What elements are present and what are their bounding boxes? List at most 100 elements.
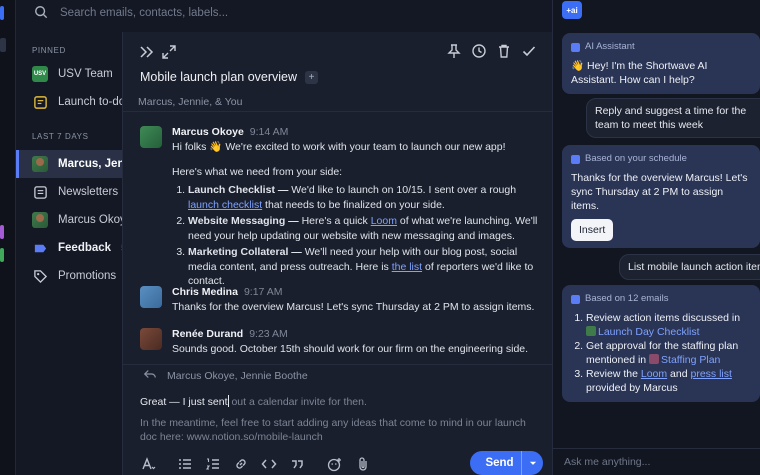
message-text: Here's what we need from your side: <box>172 165 343 178</box>
card-header: Based on 12 emails <box>585 293 669 304</box>
item-title: Website Messaging — <box>188 215 299 227</box>
item-text: Here's a quick <box>298 215 371 227</box>
add-label-button[interactable]: + <box>305 70 319 84</box>
snooze-clock-icon[interactable] <box>471 43 487 59</box>
timestamp: 9:17 AM <box>243 286 283 298</box>
code-icon[interactable] <box>261 456 277 472</box>
sidebar-item-usv-team[interactable]: USV USV Team <box>16 61 122 87</box>
sidebar-item-feedback[interactable]: Feedback 5 <box>16 235 122 261</box>
card-header: AI Assistant <box>585 41 635 52</box>
avatar <box>140 328 162 350</box>
thread-view: Mobile launch plan overview + Marcus, Je… <box>122 32 553 475</box>
list-item: Get approval for the staffing plan menti… <box>586 339 751 367</box>
ask-ai-input[interactable]: Ask me anything... <box>553 448 760 475</box>
launch-checklist-link[interactable]: launch checklist <box>188 199 262 211</box>
item-text: that needs to be finalized on your side. <box>262 198 445 211</box>
sparkle-icon <box>571 154 580 164</box>
sidebar-item-marcus-okoye[interactable]: Marcus Okoye <box>16 207 122 233</box>
sidebar-item-label: Feedback <box>58 242 112 254</box>
usv-badge-icon: USV <box>32 66 48 82</box>
launch-day-checklist-link[interactable]: Launch Day Checklist <box>598 326 700 338</box>
bullet-list-icon[interactable] <box>177 456 193 472</box>
item-title: Launch Checklist — <box>188 184 289 196</box>
sidebar-item-marcus-jennie[interactable]: Marcus, Jennie <box>16 150 122 178</box>
item-text: and <box>667 368 691 380</box>
search-bar[interactable]: Search emails, contacts, labels... <box>16 0 552 26</box>
rail-indicator <box>0 6 4 20</box>
page-title: Mobile launch plan overview <box>140 70 298 84</box>
autocomplete-suggestion[interactable]: out a calendar invite for then. <box>231 396 366 408</box>
avatar <box>140 126 162 148</box>
autocomplete-suggestion[interactable]: In the meantime, feel free to start addi… <box>140 416 540 445</box>
list-item: Review the Loom and press list provided … <box>586 367 751 395</box>
newsletter-icon <box>32 184 48 200</box>
search-input[interactable]: Search emails, contacts, labels... <box>60 7 228 19</box>
reply-recipients[interactable]: Marcus Okoye, Jennie Boothe <box>123 364 553 386</box>
press-list-link[interactable]: press list <box>690 368 731 380</box>
send-button[interactable]: Send <box>470 451 543 475</box>
item-text: Review action items discussed in <box>586 312 741 324</box>
ai-assistant-panel: +ai AI Assistant 👋 Hey! I'm the Shortwav… <box>552 0 760 475</box>
message-body: Hi folks 👋 We're excited to work with yo… <box>172 140 542 291</box>
message-text: Thanks for the overview Marcus! Let's sy… <box>172 301 535 313</box>
send-label: Send <box>485 457 514 469</box>
avatar <box>586 326 596 336</box>
the-list-link[interactable]: the list <box>392 261 422 273</box>
sidebar: PINNED USV USV Team Launch to-dos LAST 7… <box>16 32 122 475</box>
sidebar-item-label: Promotions <box>58 270 117 282</box>
thread-header: Mobile launch plan overview + Marcus, Je… <box>123 32 553 112</box>
thread-title: Mobile launch plan overview + <box>140 70 319 84</box>
avatar <box>140 286 162 308</box>
link-icon[interactable] <box>233 456 249 472</box>
pin-icon[interactable] <box>446 43 462 59</box>
trash-icon[interactable] <box>496 43 512 59</box>
card-header: Based on your schedule <box>585 153 687 164</box>
list-item: Website Messaging — Here's a quick Loom … <box>188 214 542 243</box>
list-item: Review action items discussed in Launch … <box>586 311 751 339</box>
group-avatar-icon <box>32 156 48 172</box>
search-icon <box>34 5 48 22</box>
item-text: Review the <box>586 368 641 380</box>
rail-tab[interactable] <box>0 38 6 52</box>
done-check-icon[interactable] <box>521 43 537 59</box>
sender-name: Renée Durand <box>172 328 244 340</box>
item-text: We'd like to launch on 10/15. I sent ove… <box>288 184 517 196</box>
ai-message-card: Based on 12 emails Review action items d… <box>562 285 760 402</box>
app-rail <box>0 0 16 475</box>
recipient-list: Marcus Okoye, Jennie Boothe <box>167 369 308 382</box>
text-format-icon[interactable] <box>140 456 156 472</box>
list-item: Launch Checklist — We'd like to launch o… <box>188 183 542 212</box>
insert-button[interactable]: Insert <box>571 219 614 241</box>
loom-link[interactable]: Loom <box>641 368 667 380</box>
quote-icon[interactable] <box>289 456 305 472</box>
ai-message-card: Based on your schedule Thanks for the ov… <box>562 145 760 248</box>
collapse-icon[interactable] <box>138 44 154 60</box>
emoji-add-icon[interactable] <box>327 456 343 472</box>
composer[interactable]: Great — I just sent out a calendar invit… <box>123 386 553 475</box>
expand-icon[interactable] <box>161 44 177 60</box>
participants: Marcus, Jennie, & You <box>138 96 243 108</box>
user-prompt-bubble: Reply and suggest a time for the team to… <box>586 98 760 138</box>
sender-name: Chris Medina <box>172 286 238 298</box>
item-title: Marketing Collateral — <box>188 246 302 258</box>
sidebar-item-promotions[interactable]: Promotions 2 <box>16 263 122 289</box>
pinned-title: PINNED <box>32 46 66 55</box>
draft-input[interactable]: Great — I just sent out a calendar invit… <box>140 395 540 445</box>
chevron-down-icon[interactable] <box>521 451 543 475</box>
staffing-plan-link[interactable]: Staffing Plan <box>661 354 720 366</box>
item-text: provided by Marcus <box>586 382 678 394</box>
sidebar-item-label: Launch to-dos <box>58 96 122 108</box>
sidebar-item-launch-todos[interactable]: Launch to-dos <box>16 89 122 115</box>
sender-name: Marcus Okoye <box>172 126 244 138</box>
rail-indicator <box>0 225 4 239</box>
ai-logo: +ai <box>562 1 582 19</box>
attachment-icon[interactable] <box>355 456 371 472</box>
reply-icon <box>143 367 157 384</box>
loom-link[interactable]: Loom <box>371 215 397 227</box>
numbered-list-icon[interactable] <box>205 456 221 472</box>
sidebar-item-label: Marcus Okoye <box>58 214 122 226</box>
sidebar-item-label: Newsletters <box>58 186 119 198</box>
message-text: Sounds good. October 15th should work fo… <box>172 343 529 355</box>
tag-icon <box>32 268 48 284</box>
sidebar-item-newsletters[interactable]: Newsletters 4 <box>16 179 122 205</box>
